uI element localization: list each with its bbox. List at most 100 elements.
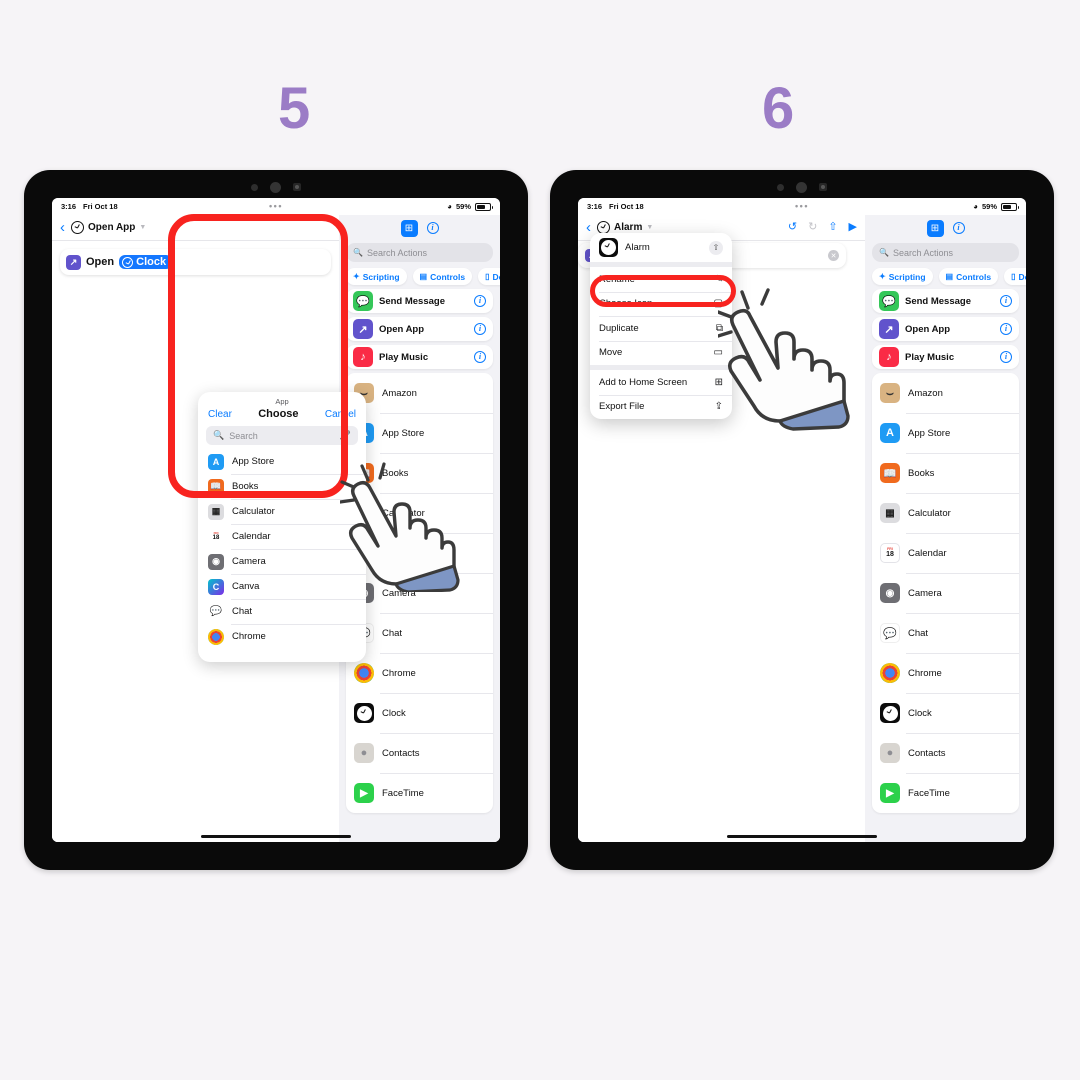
chip-device[interactable]: ▯ De — [1004, 268, 1026, 285]
context-menu-header[interactable]: Alarm ⇧ — [590, 233, 732, 262]
list-item[interactable]: ⌣ Amazon — [872, 373, 1019, 413]
popover-toolbar: Clear Choose Cancel — [198, 408, 366, 426]
action-send-message[interactable]: 💬 Send Message i — [872, 289, 1019, 313]
list-item[interactable]: 💬 Chat — [198, 599, 366, 624]
controls-icon: ▤ — [945, 272, 954, 281]
chip-controls[interactable]: ▤ Controls — [412, 268, 473, 285]
share-icon[interactable]: ⇧ — [828, 222, 837, 233]
cancel-button[interactable]: Cancel — [325, 409, 356, 420]
app-name: Chrome — [908, 667, 942, 679]
app-name: Clock — [908, 707, 932, 719]
menu-item-move[interactable]: Move ▭ — [590, 340, 732, 366]
books-icon: 📖 — [208, 478, 224, 495]
poster-canvas: 5 6 3:16 Fri Oct 18 ••• ◕ 59% ‹ Open App… — [0, 0, 1080, 1080]
chip-scripting[interactable]: ✦ Scripting — [872, 268, 933, 285]
list-item[interactable]: Chrome — [872, 653, 1019, 693]
editor-title[interactable]: Open App ▼ — [71, 221, 146, 234]
clear-icon[interactable]: ✕ — [828, 250, 839, 261]
app-name: App Store — [908, 427, 951, 439]
chip-scripting[interactable]: ✦ Scripting — [346, 268, 407, 285]
list-item[interactable]: FRI18 Calendar — [872, 533, 1019, 573]
clock-icon — [122, 256, 134, 268]
action-label: Open App — [905, 323, 951, 335]
app-name: App Store — [382, 427, 425, 439]
chip-controls[interactable]: ▤ Controls — [938, 268, 999, 285]
redo-icon[interactable]: ↻ — [808, 222, 817, 233]
info-icon[interactable]: i — [474, 295, 486, 307]
menu-item-duplicate[interactable]: Duplicate ⧉ — [590, 316, 732, 341]
battery-percent: 59% — [455, 202, 471, 211]
list-item[interactable]: 💬 Chat — [346, 613, 493, 653]
add-shortcut-icon[interactable]: ⊞ — [926, 219, 944, 237]
list-item[interactable]: ⌣ Amazon — [346, 373, 493, 413]
list-item[interactable]: A App Store — [346, 413, 493, 453]
play-icon[interactable]: ▶ — [849, 222, 857, 233]
action-open-app[interactable]: ↗ Open App i — [346, 317, 493, 341]
editor-navbar: ‹ Open App ▼ — [52, 215, 339, 241]
list-item[interactable]: ▶ FaceTime — [346, 773, 493, 813]
wifi-icon: ◕ — [973, 202, 978, 211]
chip-device[interactable]: ▯ De — [478, 268, 500, 285]
list-item[interactable]: ● Contacts — [872, 733, 1019, 773]
clock-icon — [880, 703, 900, 723]
chevron-down-icon[interactable]: ▼ — [139, 224, 146, 231]
list-item[interactable]: ▶ FaceTime — [872, 773, 1019, 813]
info-icon[interactable]: i — [426, 222, 439, 234]
library-toolbar: ⊞ i — [865, 215, 1026, 241]
info-icon[interactable]: i — [1000, 323, 1012, 335]
action-send-message[interactable]: 💬 Send Message i — [346, 289, 493, 313]
multitask-dots-icon[interactable]: ••• — [269, 202, 283, 211]
sensor-dot — [251, 183, 258, 191]
info-icon[interactable]: i — [474, 323, 486, 335]
info-icon[interactable]: i — [1000, 295, 1012, 307]
action-open-app[interactable]: ↗ Open App i — [872, 317, 1019, 341]
popover-header: App — [275, 397, 289, 406]
microphone-icon[interactable]: 🎤 — [340, 430, 351, 441]
share-icon[interactable]: ⇧ — [709, 240, 723, 255]
chevron-left-icon[interactable]: ‹ — [586, 220, 591, 235]
clear-button[interactable]: Clear — [208, 409, 232, 420]
pencil-icon: ✎ — [714, 273, 723, 285]
list-item[interactable]: 💬 Chat — [872, 613, 1019, 653]
add-shortcut-icon[interactable]: ⊞ — [400, 219, 418, 237]
undo-icon[interactable]: ↺ — [788, 222, 797, 233]
info-icon[interactable]: i — [1000, 351, 1012, 363]
menu-item-add-to-home-screen[interactable]: Add to Home Screen ⊞ — [590, 370, 732, 395]
list-item[interactable]: ▦ Calculator — [872, 493, 1019, 533]
list-item[interactable]: Chrome — [198, 624, 366, 649]
calculator-icon: ▦ — [880, 503, 900, 523]
list-item[interactable]: A App Store — [872, 413, 1019, 453]
menu-item-rename[interactable]: Rename ✎ — [590, 267, 732, 292]
pointing-hand-cursor — [718, 288, 850, 431]
action-play-music[interactable]: ♪ Play Music i — [872, 345, 1019, 369]
list-item[interactable]: ● Contacts — [346, 733, 493, 773]
action-card-open-app[interactable]: ↗ Open Clock — [60, 249, 331, 275]
chevron-down-icon[interactable]: ▼ — [646, 224, 653, 231]
menu-item-label: Export File — [599, 401, 645, 413]
tablet-camera-bezel — [24, 180, 528, 194]
app-name: Amazon — [908, 387, 943, 399]
action-play-music[interactable]: ♪ Play Music i — [346, 345, 493, 369]
menu-item-choose-icon[interactable]: Choose Icon ▢ — [590, 291, 732, 317]
popover-search-input[interactable]: 🔍 Search 🎤 — [206, 426, 358, 445]
list-item[interactable]: 📖 Books — [872, 453, 1019, 493]
menu-item-label: Rename — [599, 273, 635, 285]
list-item[interactable]: Clock — [872, 693, 1019, 733]
search-actions-input[interactable]: 🔍 Search Actions — [346, 243, 493, 262]
list-item[interactable]: ◉ Camera — [872, 573, 1019, 613]
amazon-icon: ⌣ — [880, 383, 900, 403]
app-token-clock[interactable]: Clock — [119, 255, 173, 269]
menu-item-export-file[interactable]: Export File ⇪ — [590, 394, 732, 420]
info-icon[interactable]: i — [952, 222, 965, 234]
list-item[interactable]: Clock — [346, 693, 493, 733]
multitask-dots-icon[interactable]: ••• — [795, 202, 809, 211]
info-icon[interactable]: i — [474, 351, 486, 363]
app-name: Calendar — [232, 531, 271, 542]
chat-icon: 💬 — [208, 603, 224, 620]
chevron-left-icon[interactable]: ‹ — [60, 220, 65, 235]
status-date: Fri Oct 18 — [83, 202, 118, 211]
search-actions-input[interactable]: 🔍 Search Actions — [872, 243, 1019, 262]
list-item[interactable]: Chrome — [346, 653, 493, 693]
popover-title: Choose — [258, 408, 299, 420]
calculator-icon: ▦ — [208, 503, 224, 520]
